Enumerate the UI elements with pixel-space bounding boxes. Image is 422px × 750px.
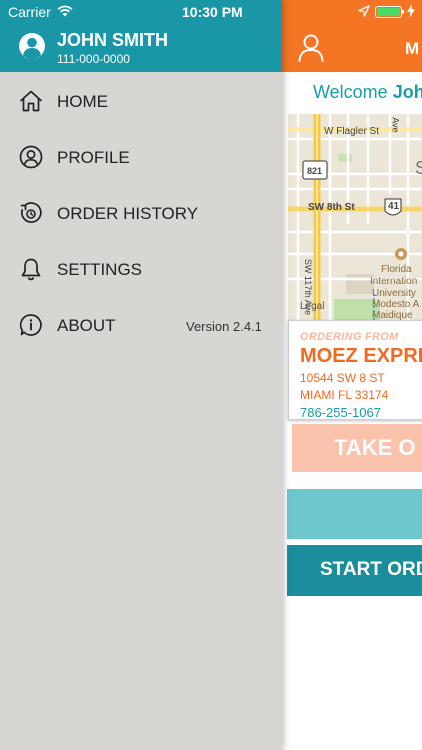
info-icon [19,314,42,336]
menu-item-order-history[interactable]: ORDER HISTORY [0,191,282,235]
start-order-button[interactable]: START ORD [287,545,422,596]
welcome-text: Welcome Joh [313,82,422,103]
delivery-button[interactable] [287,489,422,539]
location-arrow-icon [358,5,370,17]
order-history-icon [20,202,42,223]
menu-item-about-label: ABOUT [57,316,116,335]
navigation-drawer: Carrier 10:30 PM JOHN SMITH 111-000-0000… [0,0,282,750]
main-screen: M Welcome Joh W Flagler St SW 8th St 821… [282,0,422,750]
menu-item-profile[interactable]: PROFILE [0,135,282,179]
main-header-title: M [405,39,420,58]
bell-icon [21,258,41,281]
menu-item-home[interactable]: HOME [0,79,282,123]
map-label-sw8th: SW 8th St [308,202,355,213]
take-out-button[interactable]: TAKE O [292,424,422,472]
user-icon[interactable] [298,34,324,62]
app-version: Version 2.4.1 [186,319,262,334]
menu-item-about[interactable]: ABOUT Version 2.4.1 [0,303,282,347]
map-label-41: 41 [388,201,400,212]
status-time: 10:30 PM [182,4,243,20]
store-name: MOEZ EXPRE [300,345,422,367]
map-label-s: S [415,158,422,178]
profile-icon [19,145,43,169]
home-icon [20,90,42,112]
status-bar-right [282,0,422,24]
avatar-icon[interactable] [18,32,46,60]
store-phone[interactable]: 786-255-1067 [300,405,422,420]
battery-icon [375,6,404,18]
map-label-florida: Florida [381,264,412,275]
user-phone: 111-000-0000 [57,52,130,66]
map-label-ave: Ave [390,117,401,133]
map-legal-link[interactable]: Legal [300,301,324,312]
main-header: M [282,0,422,72]
menu-item-settings-label: SETTINGS [57,260,143,279]
menu-item-home-label: HOME [57,92,108,111]
map-label-modesto: Modesto A [372,299,420,310]
order-card: ORDERING FROM MOEZ EXPRE 10544 SW 8 ST M… [288,320,422,420]
store-address-line1: 10544 SW 8 ST [300,371,385,385]
welcome-name: Joh [392,82,422,102]
status-bar-left: Carrier 10:30 PM [0,0,282,24]
user-name: JOHN SMITH [57,30,169,50]
drawer-header: Carrier 10:30 PM JOHN SMITH 111-000-0000 [0,0,282,72]
carrier-label: Carrier [8,4,51,20]
menu-item-settings[interactable]: SETTINGS [0,247,282,291]
map-label-international: Internation [370,276,418,287]
store-map[interactable]: W Flagler St SW 8th St 821 41 Florida In… [288,114,422,324]
ordering-from-label: ORDERING FROM [300,331,399,343]
charging-bolt-icon [407,4,415,18]
welcome-prefix: Welcome [313,82,393,102]
wifi-icon [57,5,73,17]
store-address-line2: MIAMI FL 33174 [300,388,389,402]
map-label-flagler: W Flagler St [324,126,380,137]
map-label-821: 821 [307,166,323,176]
menu-item-profile-label: PROFILE [57,148,130,167]
map-label-university: University [372,288,416,299]
menu-item-order-history-label: ORDER HISTORY [57,204,199,223]
